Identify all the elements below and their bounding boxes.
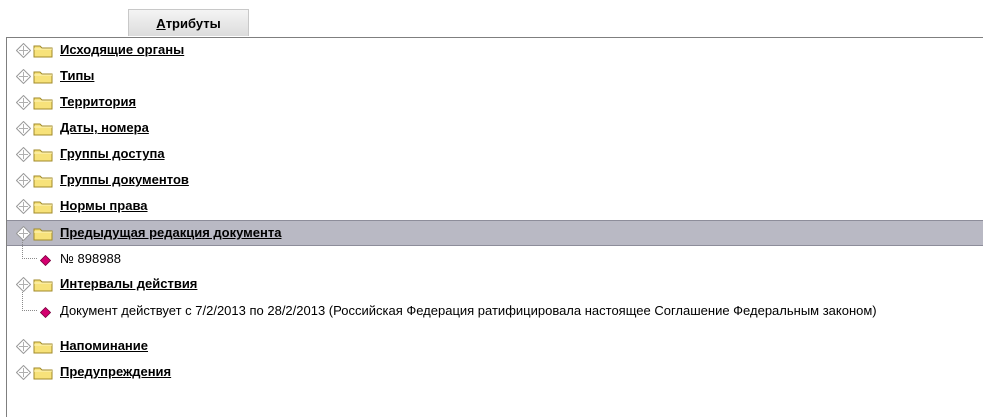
tree-group-label[interactable]: Напоминание (60, 338, 148, 353)
tree-group-row[interactable]: Напоминание (7, 334, 983, 360)
diamond-expander-icon[interactable] (15, 276, 32, 293)
folder-icon (33, 226, 53, 241)
tree-leaf-row[interactable]: Документ действует с 7/2/2013 по 28/2/20… (7, 292, 983, 334)
tab-bar: Атрибуты (0, 0, 983, 38)
folder-icon (33, 277, 53, 292)
tree-group-row[interactable]: Группы документов (7, 168, 983, 194)
tree-group-row[interactable]: Интервалы действия (7, 272, 983, 298)
tree-group-row[interactable]: Исходящие органы (7, 38, 983, 64)
magenta-diamond-icon (39, 305, 52, 319)
diamond-expander-icon[interactable] (15, 198, 32, 215)
folder-icon (33, 43, 53, 58)
tree-group-row[interactable]: Нормы права (7, 194, 983, 220)
folder-icon (33, 339, 53, 354)
folder-icon (33, 147, 53, 162)
tree-group-label[interactable]: Интервалы действия (60, 276, 197, 291)
tree-connector-line (22, 240, 37, 259)
tree-group-label[interactable]: Нормы права (60, 198, 148, 213)
tree-group-row[interactable]: Предупреждения (7, 360, 983, 386)
tree-connector-line (22, 292, 37, 311)
tree-group-row[interactable]: Предыдущая редакция документа (7, 220, 983, 246)
folder-icon (33, 95, 53, 110)
tree-group-row[interactable]: Даты, номера (7, 116, 983, 142)
magenta-diamond-icon (39, 253, 52, 267)
diamond-expander-icon[interactable] (15, 225, 32, 242)
diamond-expander-icon[interactable] (15, 68, 32, 85)
diamond-expander-icon[interactable] (15, 338, 32, 355)
diamond-expander-icon[interactable] (15, 146, 32, 163)
tree-group-row[interactable]: Типы (7, 64, 983, 90)
diamond-expander-icon[interactable] (15, 120, 32, 137)
diamond-expander-icon[interactable] (15, 172, 32, 189)
tab-label-rest: трибуты (165, 15, 221, 31)
tree-group-label[interactable]: Предыдущая редакция документа (60, 225, 281, 240)
attributes-tree[interactable]: Исходящие органы Типы Территория Даты, н… (6, 37, 983, 417)
tree-group-row[interactable]: Группы доступа (7, 142, 983, 168)
diamond-expander-icon[interactable] (15, 42, 32, 59)
folder-icon (33, 199, 53, 214)
tree-group-label[interactable]: Даты, номера (60, 120, 149, 135)
tree-group-label[interactable]: Исходящие органы (60, 42, 184, 57)
diamond-expander-icon[interactable] (15, 94, 32, 111)
tree-group-label[interactable]: Территория (60, 94, 136, 109)
tab-accelerator: А (156, 15, 166, 31)
tree-group-label[interactable]: Предупреждения (60, 364, 171, 379)
tree-group-row[interactable]: Территория (7, 90, 983, 116)
tree-leaf-label[interactable]: Документ действует с 7/2/2013 по 28/2/20… (60, 302, 920, 319)
folder-icon (33, 173, 53, 188)
tree-group-label[interactable]: Группы документов (60, 172, 189, 187)
diamond-expander-icon[interactable] (15, 364, 32, 381)
tree-group-label[interactable]: Типы (60, 68, 94, 83)
folder-icon (33, 121, 53, 136)
folder-icon (33, 365, 53, 380)
folder-icon (33, 69, 53, 84)
tree-leaf-label[interactable]: № 898988 (60, 250, 121, 267)
tab-attributes[interactable]: Атрибуты (128, 9, 249, 36)
tree-group-label[interactable]: Группы доступа (60, 146, 165, 161)
tree-leaf-row[interactable]: № 898988 (7, 240, 983, 272)
